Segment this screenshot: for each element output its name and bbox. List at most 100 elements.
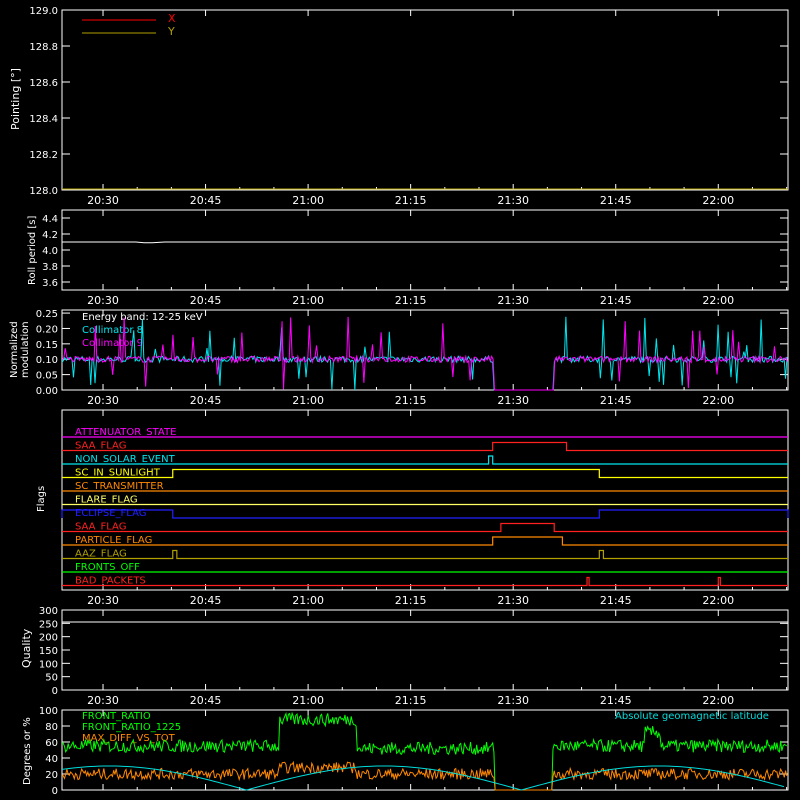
y-tick-label: 50 bbox=[45, 673, 58, 684]
time-tick-label: 21:45 bbox=[600, 194, 632, 207]
time-tick-label: 20:45 bbox=[190, 194, 222, 207]
flag-label: PARTICLE_FLAG bbox=[75, 535, 152, 546]
y-tick-label: 128.4 bbox=[29, 114, 58, 125]
y-tick-label: 4.2 bbox=[42, 230, 58, 241]
time-tick-label: 22:00 bbox=[702, 194, 734, 207]
y-tick-label: 0.00 bbox=[36, 386, 58, 397]
y-tick-label: 128.0 bbox=[29, 186, 58, 197]
roll-panel bbox=[61, 209, 789, 291]
y-tick-label: 250 bbox=[39, 619, 58, 630]
collimator-8-line bbox=[61, 316, 788, 391]
y-tick-label: 0 bbox=[52, 686, 58, 697]
time-tick-label: 20:45 bbox=[190, 294, 222, 307]
flag-line bbox=[62, 468, 788, 479]
modulation-ylabel-1: Normalized bbox=[9, 321, 20, 378]
time-tick-label: 21:45 bbox=[600, 394, 632, 407]
ratio-legend: FRONT_RATIO FRONT_RATIO_1225 MAX_DIFF_VS… bbox=[82, 711, 769, 744]
roll-period-line bbox=[62, 241, 788, 244]
y-tick-label: 0.05 bbox=[36, 371, 58, 382]
time-tick-label: 20:30 bbox=[87, 394, 119, 407]
y-tick-label: 0 bbox=[52, 786, 58, 797]
y-tick-label: 4.4 bbox=[42, 214, 58, 225]
flag-line bbox=[61, 509, 789, 519]
quality-ylabel: Quality bbox=[20, 628, 33, 668]
time-tick-label: 20:30 bbox=[87, 694, 119, 707]
y-tick-label: 129.0 bbox=[29, 6, 58, 17]
y-tick-label: 0.15 bbox=[36, 340, 58, 351]
pointing-legend: X Y bbox=[82, 12, 176, 38]
time-tick-label: 21:00 bbox=[292, 194, 324, 207]
y-tick-label: 128.8 bbox=[29, 42, 58, 53]
flag-label: SC_TRANSMITTER bbox=[75, 481, 164, 492]
flag-line bbox=[62, 576, 788, 587]
y-tick-label: 20 bbox=[45, 770, 58, 781]
time-tick-label: 21:15 bbox=[395, 194, 427, 207]
time-tick-label: 21:00 bbox=[292, 394, 324, 407]
legend-front-ratio-1225: FRONT_RATIO_1225 bbox=[82, 722, 181, 733]
flag-line bbox=[62, 549, 788, 560]
pointing-ylabel: Pointing [°] bbox=[9, 68, 22, 130]
y-tick-label: 4.0 bbox=[42, 246, 58, 257]
flag-label: SAA_FLAG bbox=[75, 441, 126, 452]
time-tick-label: 21:00 bbox=[292, 594, 324, 607]
flag-label: FLARE_FLAG bbox=[75, 495, 138, 506]
time-tick-label: 21:30 bbox=[497, 294, 529, 307]
time-tick-label: 21:45 bbox=[600, 294, 632, 307]
legend-y-label: Y bbox=[167, 25, 175, 38]
time-tick-label: 21:30 bbox=[497, 694, 529, 707]
flag-label: ATTENUATOR_STATE bbox=[75, 427, 176, 438]
time-tick-label: 21:00 bbox=[292, 694, 324, 707]
y-tick-label: 200 bbox=[39, 633, 58, 644]
roll-ylabel: Roll period [s] bbox=[27, 216, 38, 285]
legend-geomag-latitude: Absolute geomagnetic latitude bbox=[615, 711, 769, 722]
flag-label: NON_SOLAR_EVENT bbox=[75, 454, 176, 465]
y-tick-label: 300 bbox=[39, 606, 58, 617]
y-tick-label: 100 bbox=[39, 659, 58, 670]
time-tick-label: 21:15 bbox=[395, 294, 427, 307]
time-tick-label: 21:15 bbox=[395, 594, 427, 607]
y-tick-label: 3.8 bbox=[42, 262, 58, 273]
time-tick-label: 22:00 bbox=[702, 594, 734, 607]
time-tick-label: 20:45 bbox=[190, 594, 222, 607]
collimator-9-line bbox=[62, 316, 788, 391]
y-tick-label: 0.10 bbox=[36, 355, 58, 366]
y-tick-label: 40 bbox=[45, 754, 58, 765]
flag-line bbox=[62, 441, 788, 452]
flag-label: SC_IN_SUNLIGHT bbox=[75, 468, 161, 479]
legend-front-ratio: FRONT_RATIO bbox=[82, 711, 151, 722]
flag-line bbox=[62, 536, 788, 546]
time-tick-label: 21:15 bbox=[395, 694, 427, 707]
time-tick-label: 20:30 bbox=[87, 594, 119, 607]
time-tick-label: 20:45 bbox=[190, 394, 222, 407]
flag-label: AAZ_FLAG bbox=[75, 549, 127, 560]
time-tick-label: 22:00 bbox=[702, 394, 734, 407]
time-tick-label: 20:30 bbox=[87, 294, 119, 307]
time-tick-label: 21:30 bbox=[497, 194, 529, 207]
time-tick-label: 22:00 bbox=[702, 694, 734, 707]
flag-line bbox=[62, 522, 788, 533]
chart-marks: 20:30 20:45 21:00 21:15 21:30 21:45 22:00 129.0… bbox=[29, 6, 789, 797]
y-tick-label: 80 bbox=[45, 722, 58, 733]
y-tick-label: 128.2 bbox=[29, 150, 58, 161]
flags-ylabel: Flags bbox=[36, 486, 47, 512]
y-tick-label: 3.6 bbox=[42, 278, 58, 289]
ratio-ylabel: Degrees or % bbox=[22, 717, 33, 785]
y-tick-label: 0.25 bbox=[36, 309, 58, 320]
y-tick-label: 128.6 bbox=[29, 78, 58, 89]
flag-label: BAD_PACKETS bbox=[75, 576, 146, 587]
time-tick-label: 21:15 bbox=[395, 394, 427, 407]
time-tick-label: 21:45 bbox=[600, 694, 632, 707]
time-tick-label: 21:00 bbox=[292, 294, 324, 307]
legend-x-label: X bbox=[168, 12, 176, 25]
time-tick-label: 21:30 bbox=[497, 394, 529, 407]
modulation-ylabel-2: modulation bbox=[20, 321, 31, 378]
chart-stage: Pointing [°] Roll period [s] Normalized … bbox=[0, 0, 800, 800]
time-tick-label: 22:00 bbox=[702, 294, 734, 307]
y-tick-label: 0.20 bbox=[36, 324, 58, 335]
time-tick-label: 20:45 bbox=[190, 694, 222, 707]
time-tick-label: 20:30 bbox=[87, 194, 119, 207]
flag-label: FRONTS_OFF bbox=[75, 562, 140, 573]
time-tick-label: 21:45 bbox=[600, 594, 632, 607]
y-tick-label: 60 bbox=[45, 738, 58, 749]
chart-canvas: Pointing [°] Roll period [s] Normalized … bbox=[9, 6, 789, 797]
